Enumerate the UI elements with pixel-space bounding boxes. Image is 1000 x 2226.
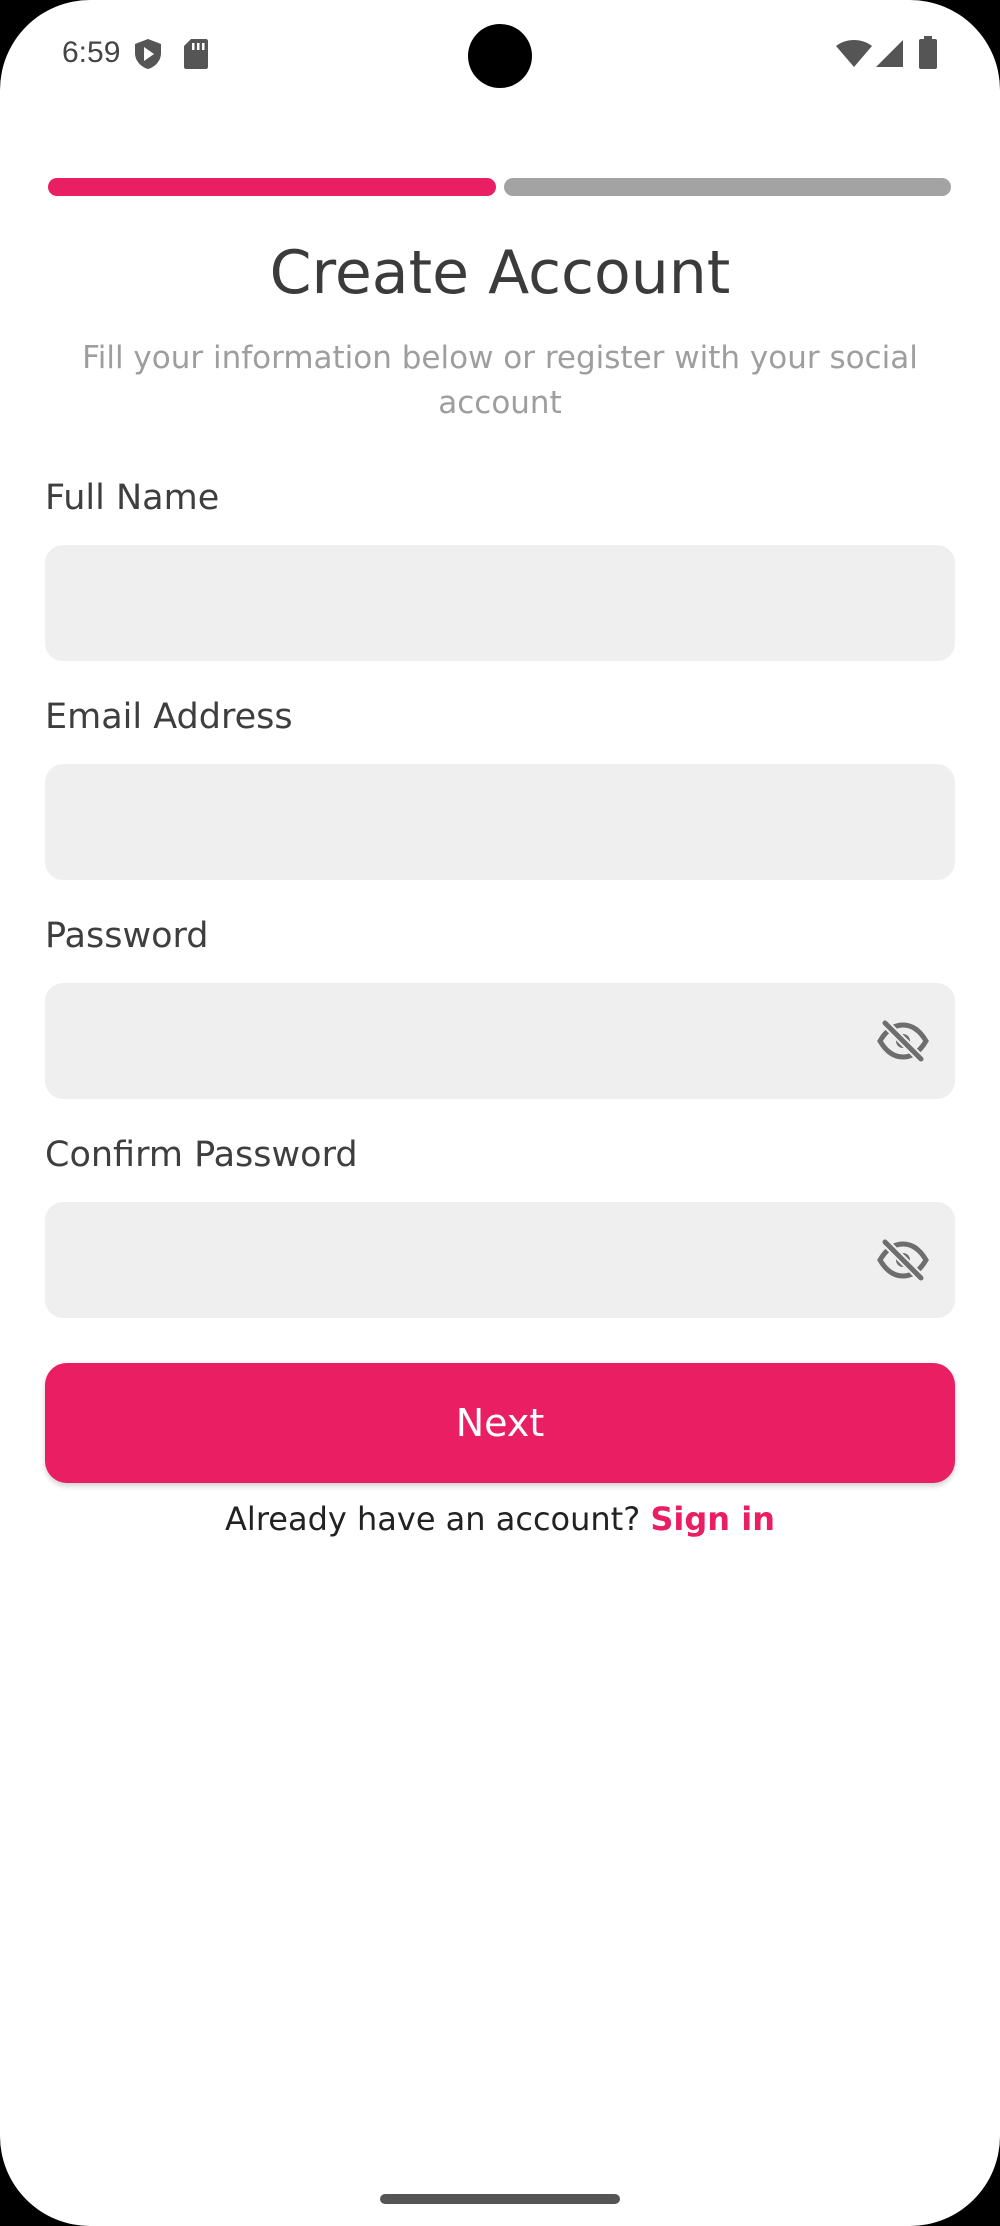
step-progress <box>48 178 951 196</box>
signin-link[interactable]: Sign in <box>650 1500 775 1538</box>
signal-icon <box>876 40 903 67</box>
screen: 6:59 Create Account Fill your informatio… <box>0 0 1000 2226</box>
eye-off-icon[interactable] <box>877 1238 929 1282</box>
confirm-password-label: Confirm Password <box>45 1135 358 1175</box>
email-label: Email Address <box>45 697 293 737</box>
shield-play-icon <box>135 39 161 69</box>
eye-off-icon[interactable] <box>877 1019 929 1063</box>
wifi-icon <box>836 40 872 67</box>
password-field-container <box>45 983 955 1099</box>
full-name-label: Full Name <box>45 478 220 518</box>
email-field-container <box>45 764 955 880</box>
status-time: 6:59 <box>62 36 121 69</box>
next-button[interactable]: Next <box>45 1363 955 1483</box>
confirm-password-field-container <box>45 1202 955 1318</box>
progress-step-remaining <box>504 178 951 196</box>
full-name-input[interactable] <box>45 545 955 661</box>
progress-step-completed <box>48 178 496 196</box>
status-bar: 6:59 <box>0 0 1000 110</box>
page-subtitle: Fill your information below or register … <box>82 340 918 421</box>
front-camera <box>468 24 532 88</box>
confirm-password-input[interactable] <box>45 1202 955 1318</box>
sd-card-icon <box>184 39 208 69</box>
email-input[interactable] <box>45 764 955 880</box>
signin-row: Already have an account? Sign in <box>0 1500 1000 1538</box>
signin-prompt: Already have an account? <box>225 1500 641 1538</box>
full-name-field-container <box>45 545 955 661</box>
home-indicator[interactable] <box>380 2194 620 2204</box>
battery-icon <box>919 36 937 69</box>
password-input[interactable] <box>45 983 955 1099</box>
page-title: Create Account <box>269 238 731 308</box>
password-label: Password <box>45 916 209 956</box>
